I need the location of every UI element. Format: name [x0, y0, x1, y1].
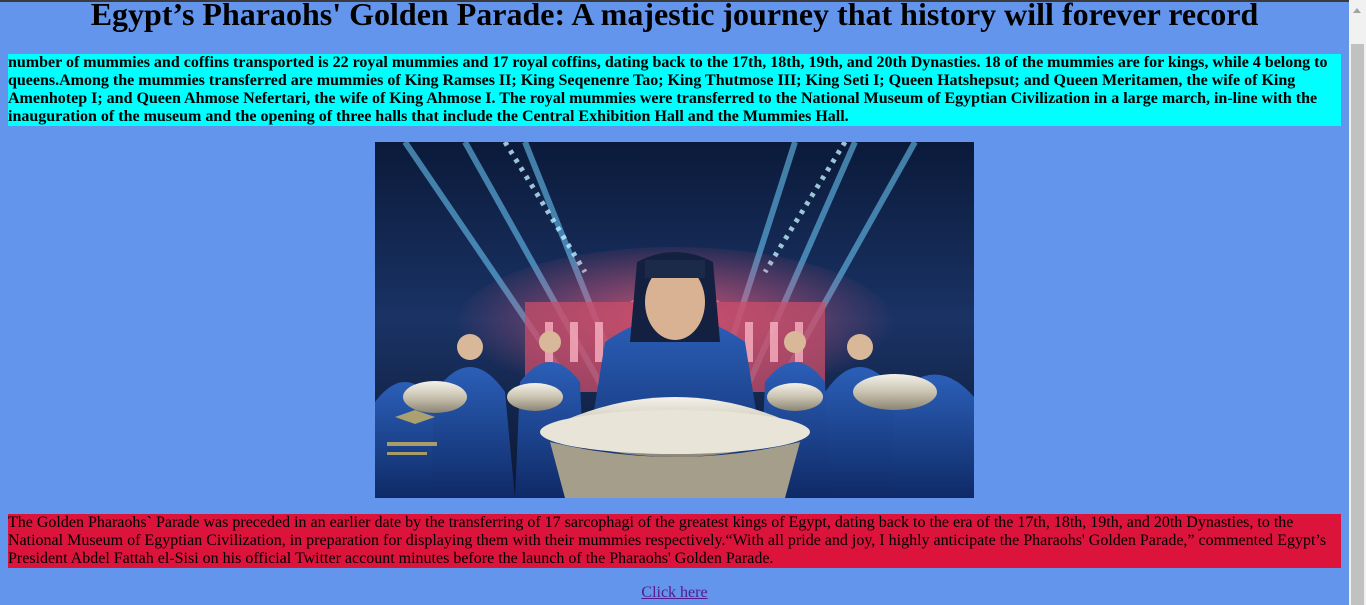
parade-photo — [375, 142, 974, 498]
vertical-scrollbar[interactable] — [1349, 0, 1366, 605]
scrollbar-thumb[interactable] — [1351, 44, 1364, 605]
scroll-up-arrow-icon[interactable] — [1349, 2, 1366, 19]
link-container: Click here — [0, 584, 1349, 602]
page-content: Egypt’s Pharaohs' Golden Parade: A majes… — [0, 0, 1349, 605]
outro-paragraph: The Golden Pharaohs` Parade was preceded… — [8, 514, 1341, 568]
page-title: Egypt’s Pharaohs' Golden Parade: A majes… — [90, 0, 1259, 32]
click-here-link[interactable]: Click here — [641, 584, 707, 601]
intro-paragraph: number of mummies and coffins transporte… — [8, 54, 1341, 126]
